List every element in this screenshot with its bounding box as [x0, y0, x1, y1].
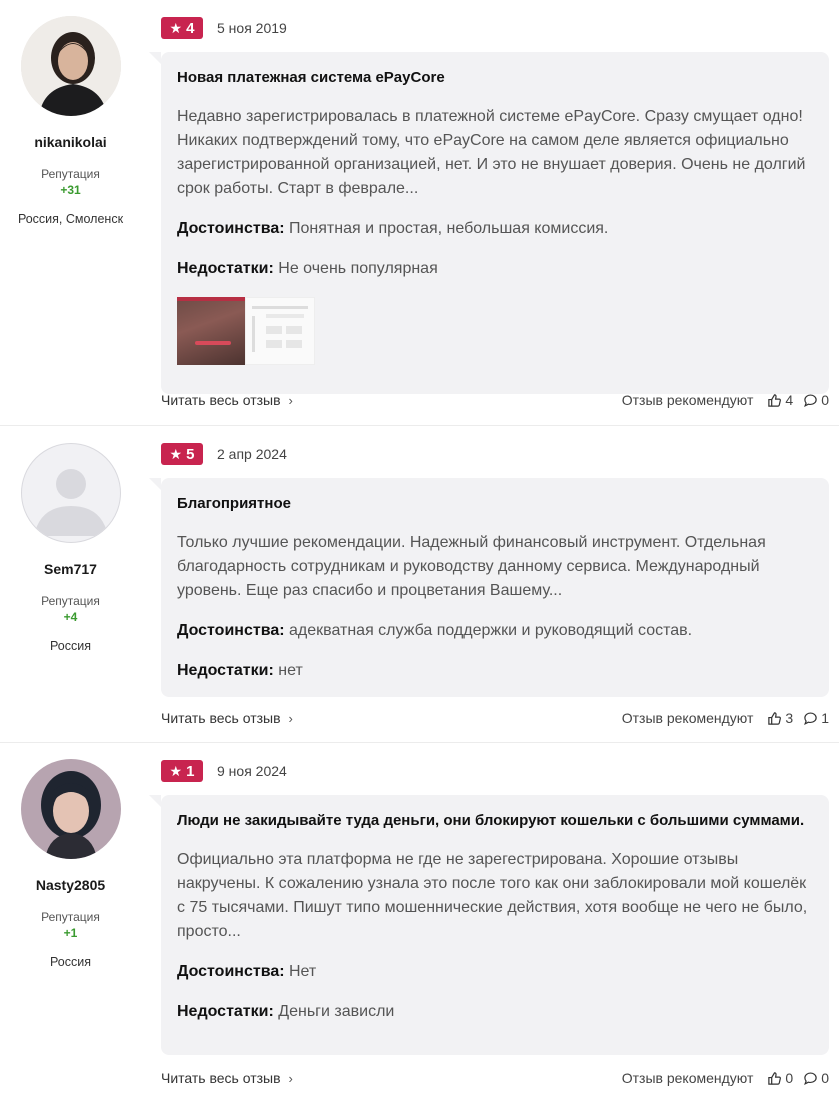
read-more-link[interactable]: Читать весь отзыв ›: [161, 710, 293, 726]
recommend-label: Отзыв рекомендуют: [621, 1070, 754, 1086]
review-text: Официально эта платформа не где не зарег…: [177, 851, 808, 940]
comments-button[interactable]: 0: [803, 1070, 829, 1086]
author-name[interactable]: Nasty2805: [0, 877, 141, 893]
pros-label: Достоинства:: [177, 220, 285, 237]
comment-bubble-icon: [804, 393, 817, 407]
review-text: Недавно зарегистрировалась в платежной с…: [177, 108, 806, 197]
cons-text: Деньги зависли: [278, 1003, 395, 1020]
cons-text: нет: [278, 662, 303, 679]
reputation-label: Репутация: [41, 910, 100, 924]
review-main: ★ 1 9 ноя 2024 Люди не закидывайте туда …: [149, 760, 829, 1086]
review-images: [177, 297, 813, 365]
review-text: Только лучшие рекомендации. Надежный фин…: [177, 534, 766, 599]
reputation-value: +4: [63, 610, 78, 624]
like-button[interactable]: 3: [767, 710, 793, 726]
reputation-label: Репутация: [41, 594, 100, 608]
rating-value: 5: [186, 445, 195, 463]
read-more-label: Читать весь отзыв: [161, 1070, 281, 1086]
review-image-thumbnail[interactable]: [177, 297, 245, 365]
read-more-label: Читать весь отзыв: [161, 710, 281, 726]
thumbs-up-icon: [768, 393, 782, 407]
pros-label: Достоинства:: [177, 963, 285, 980]
cons-text: Не очень популярная: [278, 260, 438, 277]
comment-bubble-icon: [804, 711, 817, 725]
review-date: 5 ноя 2019: [217, 20, 287, 36]
like-button[interactable]: 4: [767, 392, 793, 408]
rating-badge: ★ 5: [161, 443, 203, 465]
comments-button[interactable]: 1: [803, 710, 829, 726]
review-author: nikanikolai Репутация +31 Россия, Смолен…: [0, 16, 141, 226]
review-footer: Читать весь отзыв › Отзыв рекомендуют 3 …: [161, 708, 829, 728]
chevron-right-icon: ›: [288, 710, 293, 726]
comment-count: 1: [821, 710, 829, 726]
pros-text: Нет: [289, 963, 317, 980]
comment-count: 0: [821, 1070, 829, 1086]
review-cons: Недостатки: нет: [177, 659, 813, 683]
author-name[interactable]: Sem717: [0, 561, 141, 577]
review-cons: Недостатки: Деньги зависли: [177, 1000, 813, 1024]
star-icon: ★: [169, 20, 183, 36]
review-pros: Достоинства: адекватная служба поддержки…: [177, 619, 813, 643]
thumbs-up-icon: [768, 711, 782, 725]
read-more-link[interactable]: Читать весь отзыв ›: [161, 392, 293, 408]
read-more-link[interactable]: Читать весь отзыв ›: [161, 1070, 293, 1086]
recommend-label: Отзыв рекомендуют: [621, 392, 754, 408]
review-title[interactable]: Благоприятное: [177, 494, 813, 513]
rating-badge: ★ 1: [161, 760, 203, 782]
comments-button[interactable]: 0: [803, 392, 829, 408]
review-footer: Читать весь отзыв › Отзыв рекомендуют 4 …: [161, 390, 829, 410]
review-card: Sem717 Репутация +4 Россия ★ 5 2 апр 202…: [0, 425, 839, 742]
recommend-label: Отзыв рекомендуют: [621, 710, 754, 726]
cons-label: Недостатки:: [177, 260, 274, 277]
review-pros: Достоинства: Нет: [177, 960, 813, 984]
author-location: Россия: [50, 639, 91, 653]
like-button[interactable]: 0: [767, 1070, 793, 1086]
review-author: Nasty2805 Репутация +1 Россия: [0, 759, 141, 969]
like-count: 3: [785, 710, 794, 726]
review-author: Sem717 Репутация +4 Россия: [0, 443, 141, 653]
rating-value: 4: [186, 19, 195, 37]
comment-count: 0: [821, 392, 829, 408]
thumbs-up-icon: [768, 1071, 782, 1085]
review-pros: Достоинства: Понятная и простая, небольш…: [177, 217, 813, 241]
chevron-right-icon: ›: [288, 1070, 293, 1086]
rating-value: 1: [186, 762, 195, 780]
review-footer: Читать весь отзыв › Отзыв рекомендуют 0 …: [161, 1068, 829, 1088]
avatar[interactable]: [20, 759, 121, 859]
star-icon: ★: [169, 446, 183, 462]
review-cons: Недостатки: Не очень популярная: [177, 257, 813, 281]
cons-label: Недостатки:: [177, 1003, 274, 1020]
review-body: Благоприятное Только лучшие рекомендации…: [149, 478, 829, 697]
pros-text: Понятная и простая, небольшая комиссия.: [289, 220, 609, 237]
review-image-thumbnail[interactable]: [245, 297, 315, 365]
star-icon: ★: [169, 763, 183, 779]
reputation-value: +31: [60, 183, 81, 197]
review-date: 9 ноя 2024: [217, 763, 287, 779]
like-count: 0: [785, 1070, 794, 1086]
review-title[interactable]: Новая платежная система ePayCore: [177, 68, 813, 87]
reputation-value: +1: [63, 926, 78, 940]
chevron-right-icon: ›: [288, 392, 293, 408]
author-name[interactable]: nikanikolai: [0, 134, 141, 150]
author-location: Россия, Смоленск: [17, 212, 124, 226]
review-title[interactable]: Люди не закидывайте туда деньги, они бло…: [177, 811, 813, 830]
avatar[interactable]: [20, 16, 121, 116]
pros-text: адекватная служба поддержки и руководящи…: [289, 622, 693, 639]
read-more-label: Читать весь отзыв: [161, 392, 281, 408]
review-card: Nasty2805 Репутация +1 Россия ★ 1 9 ноя …: [0, 742, 839, 1101]
like-count: 4: [785, 392, 794, 408]
review-date: 2 апр 2024: [217, 446, 287, 462]
author-location: Россия: [50, 955, 91, 969]
cons-label: Недостатки:: [177, 662, 274, 679]
reputation-label: Репутация: [41, 167, 100, 181]
comment-bubble-icon: [804, 1071, 817, 1085]
review-body: Люди не закидывайте туда деньги, они бло…: [149, 795, 829, 1055]
rating-badge: ★ 4: [161, 17, 203, 39]
pros-label: Достоинства:: [177, 622, 285, 639]
review-card: nikanikolai Репутация +31 Россия, Смолен…: [0, 0, 839, 425]
review-main: ★ 4 5 ноя 2019 Новая платежная система e…: [149, 17, 829, 408]
avatar[interactable]: [20, 443, 121, 543]
review-main: ★ 5 2 апр 2024 Благоприятное Только лучш…: [149, 443, 829, 726]
review-body: Новая платежная система ePayCore Недавно…: [149, 52, 829, 394]
